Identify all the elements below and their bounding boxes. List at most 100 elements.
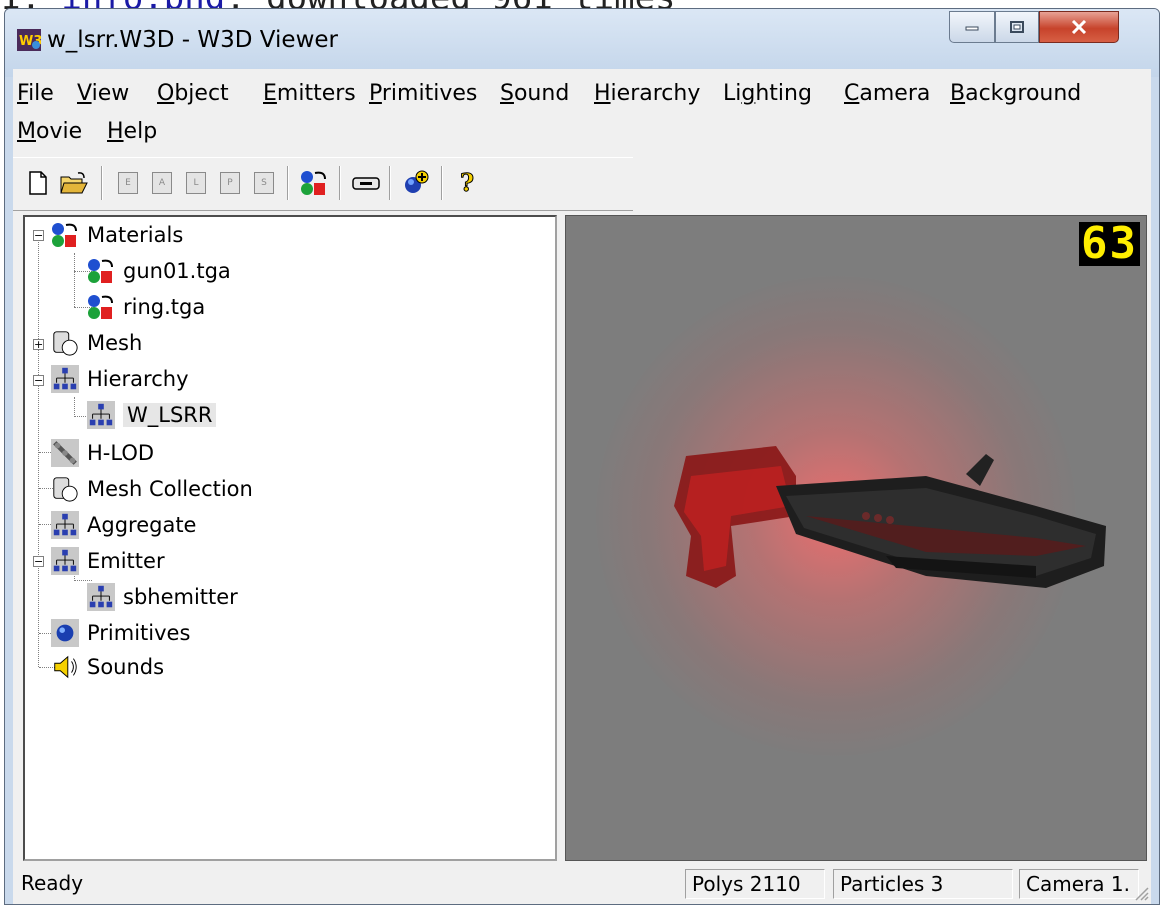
toolbar-separator — [339, 166, 341, 200]
menu-camera[interactable]: Camera — [844, 81, 930, 106]
window-title: w_lsrr.W3D - W3D Viewer — [47, 27, 338, 53]
scene-tree[interactable]: − + − − Materials gun01.tga ring.tga Mesh Hi… — [23, 215, 557, 861]
close-button[interactable] — [1039, 11, 1119, 43]
3d-viewport[interactable]: 63 — [565, 215, 1147, 861]
open-button[interactable] — [59, 168, 89, 198]
status-polys: Polys 2110 — [685, 869, 825, 899]
toolbar-button-l[interactable]: L — [181, 168, 211, 198]
w3d-viewer-window: W3 w_lsrr.W3D - W3D Viewer File View Obj… — [4, 8, 1160, 905]
hlod-icon — [49, 437, 81, 469]
toolbar-separator — [101, 166, 103, 200]
menu-background[interactable]: Background — [950, 81, 1081, 106]
tree-node-sounds[interactable]: Sounds — [49, 651, 164, 683]
status-particles: Particles 3 — [833, 869, 1013, 899]
maximize-button[interactable] — [995, 11, 1039, 43]
tree-node-label: Aggregate — [87, 513, 197, 537]
new-button[interactable] — [23, 168, 53, 198]
disabled-l-icon: L — [186, 172, 206, 194]
tree-node-mesh[interactable]: Mesh — [49, 327, 142, 359]
toolbar-button-e[interactable]: E — [113, 168, 143, 198]
menu-lighting[interactable]: Lighting — [723, 81, 812, 106]
tree-line — [74, 253, 75, 307]
toolbar-button-s[interactable]: S — [249, 168, 279, 198]
resize-grip-icon[interactable] — [1131, 883, 1149, 901]
menu-file[interactable]: File — [17, 81, 54, 106]
hierarchy-icon — [49, 545, 81, 577]
tree-node-label: W_LSRR — [123, 403, 217, 427]
client-area: File View Object Emitters Primitives Sou… — [13, 69, 1151, 904]
tree-node-aggregate[interactable]: Aggregate — [49, 509, 196, 541]
collapse-hierarchy-toggle[interactable]: − — [33, 375, 44, 386]
menu-view[interactable]: View — [77, 81, 129, 106]
collapse-materials-toggle[interactable]: − — [33, 230, 44, 241]
menu-help[interactable]: Help — [107, 119, 157, 144]
add-sphere-icon — [405, 170, 429, 193]
tree-node-label: Emitter — [87, 549, 165, 573]
expand-mesh-toggle[interactable]: + — [33, 339, 44, 350]
add-object-button[interactable] — [401, 168, 431, 198]
tree-node-w-lsrr[interactable]: W_LSRR — [85, 399, 217, 431]
tree-node-label: H-LOD — [87, 441, 155, 465]
menu-primitives[interactable]: Primitives — [369, 81, 477, 106]
toolbar: E A L P S ? — [13, 157, 633, 211]
title-bar[interactable]: W3 w_lsrr.W3D - W3D Viewer — [5, 9, 1159, 77]
maximize-icon — [1010, 21, 1024, 33]
speaker-icon — [49, 651, 81, 683]
hierarchy-icon — [49, 509, 81, 541]
status-camera: Camera 1. — [1019, 869, 1139, 899]
toolbar-button-p[interactable]: P — [215, 168, 245, 198]
keyboard-icon — [352, 177, 380, 190]
tree-node-sbhemitter[interactable]: sbhemitter — [85, 581, 238, 613]
tree-node-label: Sounds — [87, 655, 165, 679]
disabled-s-icon: S — [254, 172, 274, 194]
menu-bar: File View Object Emitters Primitives Sou… — [13, 75, 1151, 155]
mesh-icon — [49, 473, 81, 505]
tree-node-label: Hierarchy — [87, 367, 189, 391]
help-question-icon: ? — [460, 169, 475, 197]
mesh-icon — [49, 327, 81, 359]
minimize-button[interactable] — [949, 11, 995, 43]
tree-node-emitter[interactable]: Emitter — [49, 545, 165, 577]
tree-node-h-lod[interactable]: H-LOD — [49, 437, 154, 469]
open-folder-icon — [60, 172, 88, 194]
tree-node-ring-tga[interactable]: ring.tga — [85, 291, 205, 323]
tree-line — [74, 397, 75, 417]
status-bar: Ready Polys 2110 Particles 3 Camera 1. — [13, 865, 1151, 903]
gun-model — [674, 446, 1106, 588]
fps-counter: 63 — [1079, 218, 1140, 269]
tree-node-label: ring.tga — [123, 295, 206, 319]
tree-node-label: Mesh — [87, 331, 143, 355]
toolbar-separator — [441, 166, 443, 200]
tree-line — [38, 235, 39, 667]
materials-icon — [85, 291, 117, 323]
tree-node-label: sbhemitter — [123, 585, 238, 609]
tree-node-mesh-collection[interactable]: Mesh Collection — [49, 473, 253, 505]
hierarchy-icon — [49, 363, 81, 395]
keyboard-button[interactable] — [351, 168, 381, 198]
menu-sound[interactable]: Sound — [500, 81, 569, 106]
w3d-app-icon: W3 — [17, 29, 41, 51]
tree-node-hierarchy[interactable]: Hierarchy — [49, 363, 189, 395]
materials-icon — [85, 255, 117, 287]
toolbar-separator — [287, 166, 289, 200]
primitives-icon — [49, 617, 81, 649]
materials-icon — [49, 219, 81, 251]
help-button[interactable]: ? — [453, 168, 483, 198]
tree-node-gun01-tga[interactable]: gun01.tga — [85, 255, 231, 287]
hierarchy-icon — [85, 399, 117, 431]
tree-node-primitives[interactable]: Primitives — [49, 617, 190, 649]
collapse-emitter-toggle[interactable]: − — [33, 556, 44, 567]
disabled-e-icon: E — [118, 172, 138, 194]
menu-emitters[interactable]: Emitters — [263, 81, 356, 106]
tree-node-label: Materials — [87, 223, 184, 247]
materials-button[interactable] — [299, 168, 329, 198]
tree-node-materials[interactable]: Materials — [49, 219, 183, 251]
tree-node-label: Mesh Collection — [87, 477, 253, 501]
minimize-icon — [965, 26, 979, 31]
menu-object[interactable]: Object — [157, 81, 229, 106]
menu-hierarchy[interactable]: Hierarchy — [594, 81, 700, 106]
new-file-icon — [29, 171, 47, 195]
svg-text:?: ? — [460, 169, 474, 197]
toolbar-button-a[interactable]: A — [147, 168, 177, 198]
menu-movie[interactable]: Movie — [17, 119, 82, 144]
